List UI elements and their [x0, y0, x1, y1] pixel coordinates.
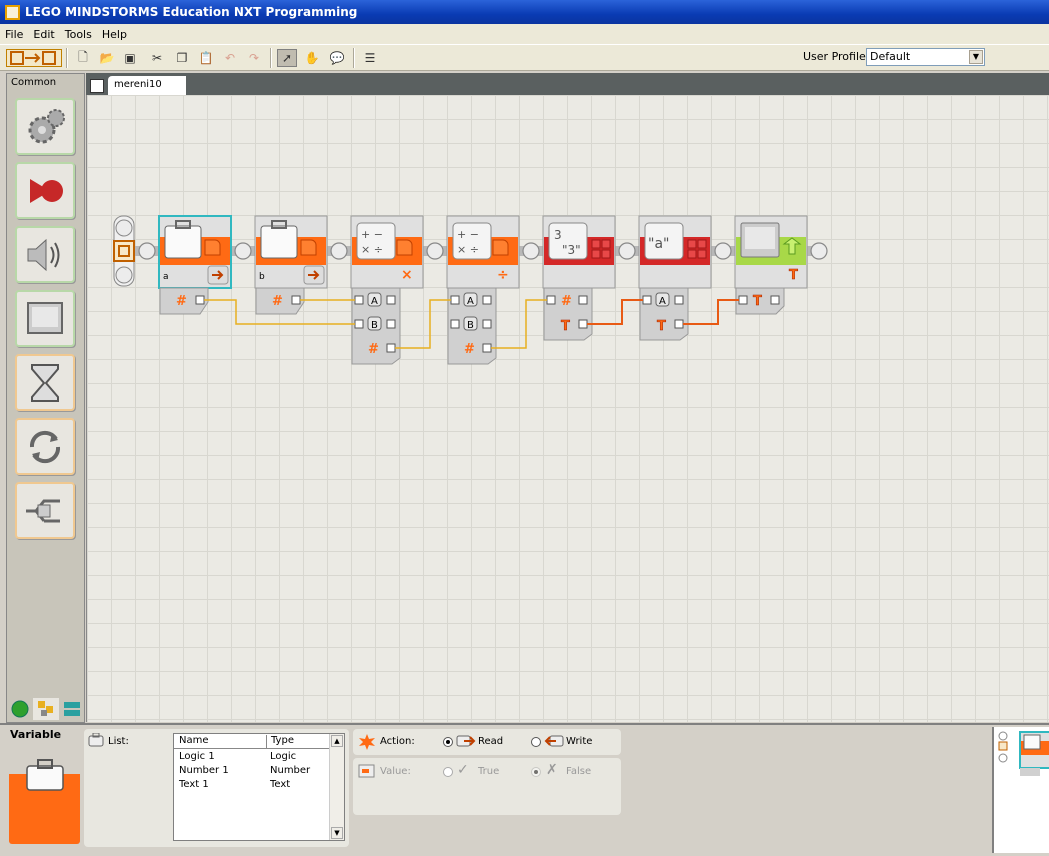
number-plug-symbol: # — [464, 342, 475, 357]
block-title: Variable — [10, 728, 62, 741]
variable-name-label: a — [163, 272, 169, 282]
true-label: True — [478, 766, 500, 777]
plug-a-label: A — [371, 296, 378, 307]
list-scrollbar[interactable]: ▲ ▼ — [329, 734, 344, 840]
scroll-up-icon[interactable]: ▲ — [331, 735, 343, 747]
display-block[interactable]: T T — [734, 215, 808, 315]
plug-b-label: B — [371, 320, 378, 331]
number-plug-symbol: # — [176, 294, 187, 309]
text-out-plug[interactable] — [578, 319, 588, 329]
plug-b-out[interactable] — [386, 319, 396, 329]
plug-a-in[interactable] — [354, 295, 364, 305]
number-plug-symbol: # — [272, 294, 283, 309]
number-to-text-block[interactable]: 3"3" # T — [542, 215, 616, 341]
number-out-plug[interactable] — [578, 295, 588, 305]
star-burst-icon — [359, 734, 375, 750]
plug-b-out[interactable] — [482, 319, 492, 329]
text-plug-symbol: T — [753, 294, 762, 309]
list-item[interactable]: Number 1 Number — [174, 765, 330, 779]
text-out-plug[interactable] — [674, 319, 684, 329]
number-plug-symbol: # — [368, 342, 379, 357]
plug-b-label: B — [467, 320, 474, 331]
briefcase-icon — [88, 733, 104, 747]
list-item[interactable]: Text 1 Text — [174, 779, 330, 793]
text-in-plug[interactable] — [738, 295, 748, 305]
start-connector-top — [115, 219, 133, 237]
text-wire — [587, 299, 643, 325]
number-plug-symbol: # — [561, 294, 572, 309]
plug-a-out[interactable] — [674, 295, 684, 305]
svg-text:"3": "3" — [562, 243, 581, 257]
text-wire — [683, 299, 739, 325]
action-label: Action: — [380, 736, 415, 747]
list-label: List: — [108, 736, 129, 747]
result-out-plug[interactable] — [482, 343, 492, 353]
false-label: False — [566, 766, 592, 777]
multiply-icon: × — [401, 267, 413, 283]
svg-text:+ −: + − — [457, 228, 479, 241]
column-header-type[interactable]: Type — [266, 735, 294, 749]
write-icon — [544, 735, 564, 747]
plug-a-label: A — [467, 296, 474, 307]
read-icon — [456, 735, 476, 747]
value-plug-icon — [358, 764, 375, 778]
math-block-divide[interactable]: + − × ÷ ÷ A B # — [446, 215, 520, 365]
variable-list[interactable]: Name Type Logic 1 Logic Number 1 Number Te… — [173, 733, 345, 841]
variable-block-icon — [9, 748, 80, 844]
text-plug-symbol: T — [789, 268, 798, 283]
svg-text:× ÷: × ÷ — [457, 243, 479, 256]
scroll-down-icon[interactable]: ▼ — [331, 827, 343, 839]
write-label: Write — [566, 736, 593, 747]
write-radio[interactable] — [531, 737, 541, 747]
svg-text:"a": "a" — [648, 236, 669, 252]
briefcase-icon — [260, 225, 298, 259]
false-radio[interactable] — [531, 767, 541, 777]
number-output-plug[interactable] — [195, 295, 205, 305]
text-out-plug[interactable] — [770, 295, 780, 305]
minimap-preview — [998, 731, 1049, 776]
number-output-plug[interactable] — [291, 295, 301, 305]
check-icon: ✓ — [457, 762, 469, 778]
plug-b-in[interactable] — [450, 319, 460, 329]
result-out-plug[interactable] — [386, 343, 396, 353]
list-item[interactable]: Logic 1 Logic — [174, 751, 330, 765]
cross-icon: ✗ — [546, 762, 558, 778]
start-connector-bottom — [115, 266, 133, 284]
list-header: Name Type — [174, 734, 330, 749]
start-icon — [113, 240, 135, 262]
read-radio[interactable] — [443, 737, 453, 747]
plug-a-out[interactable] — [482, 295, 492, 305]
column-header-name[interactable]: Name — [179, 735, 209, 746]
program-minimap[interactable] — [992, 727, 1049, 853]
number-in-plug[interactable] — [546, 295, 556, 305]
read-label: Read — [478, 736, 504, 747]
variable-name-label: b — [259, 272, 265, 282]
briefcase-icon — [164, 225, 202, 259]
plug-a-out[interactable] — [386, 295, 396, 305]
plug-a-in[interactable] — [642, 295, 652, 305]
value-label: Value: — [380, 766, 411, 777]
plug-b-in[interactable] — [354, 319, 364, 329]
svg-text:× ÷: × ÷ — [361, 243, 383, 256]
svg-text:+ −: + − — [361, 228, 383, 241]
divide-icon: ÷ — [497, 267, 509, 283]
plug-a-in[interactable] — [450, 295, 460, 305]
number-wire — [395, 299, 451, 349]
math-block-multiply[interactable]: + − × ÷ × A B # — [350, 215, 424, 365]
svg-text:3: 3 — [554, 228, 562, 242]
text-plug-symbol: T — [561, 319, 570, 334]
number-wire — [491, 299, 547, 349]
briefcase-icon — [26, 759, 64, 791]
text-block[interactable]: "a" A T — [638, 215, 712, 341]
text-plug-symbol: T — [657, 319, 666, 334]
true-radio[interactable] — [443, 767, 453, 777]
plug-a-label: A — [659, 296, 666, 307]
